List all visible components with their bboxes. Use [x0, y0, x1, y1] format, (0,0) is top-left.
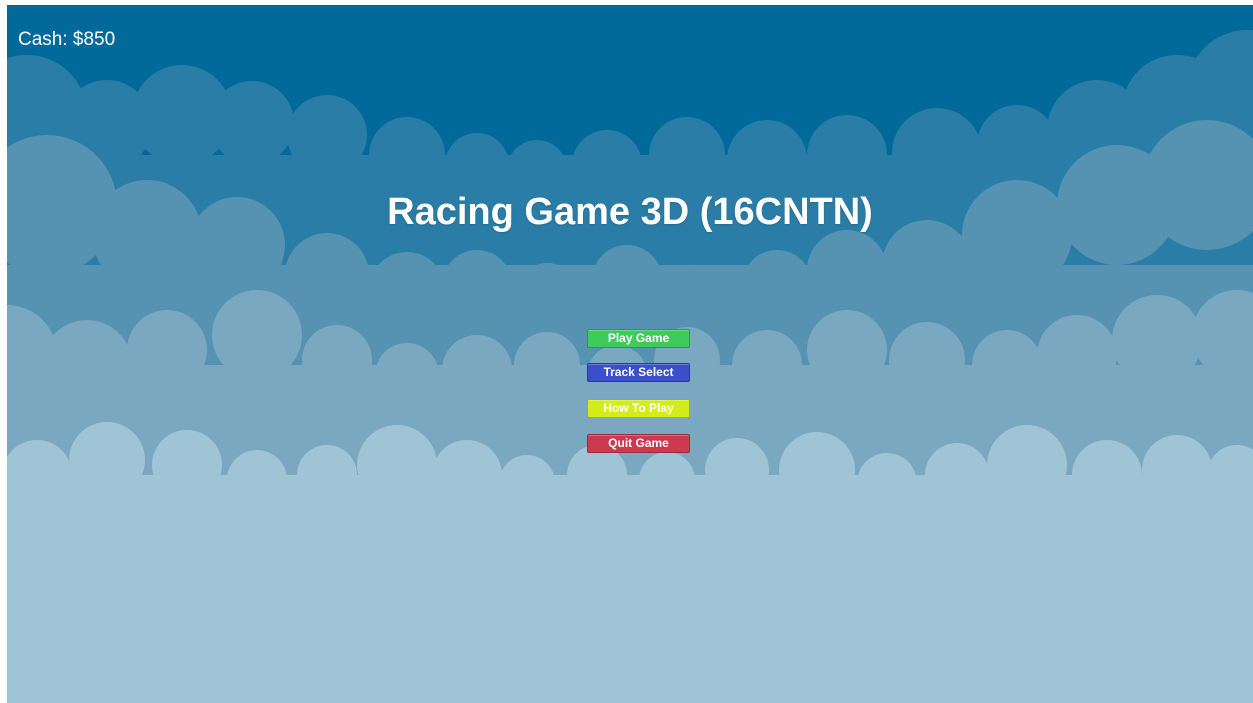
track-select-button[interactable]: Track Select [587, 363, 690, 382]
cash-display: Cash: $850 [18, 29, 116, 50]
how-to-play-button[interactable]: How To Play [587, 399, 690, 418]
quit-game-button[interactable]: Quit Game [587, 434, 690, 453]
play-game-button[interactable]: Play Game [587, 329, 690, 348]
game-screen: Cash: $850 Racing Game 3D (16CNTN) Play … [7, 5, 1253, 703]
game-title: Racing Game 3D (16CNTN) [387, 191, 873, 233]
main-menu: Play Game Track Select How To Play Quit … [587, 329, 690, 468]
